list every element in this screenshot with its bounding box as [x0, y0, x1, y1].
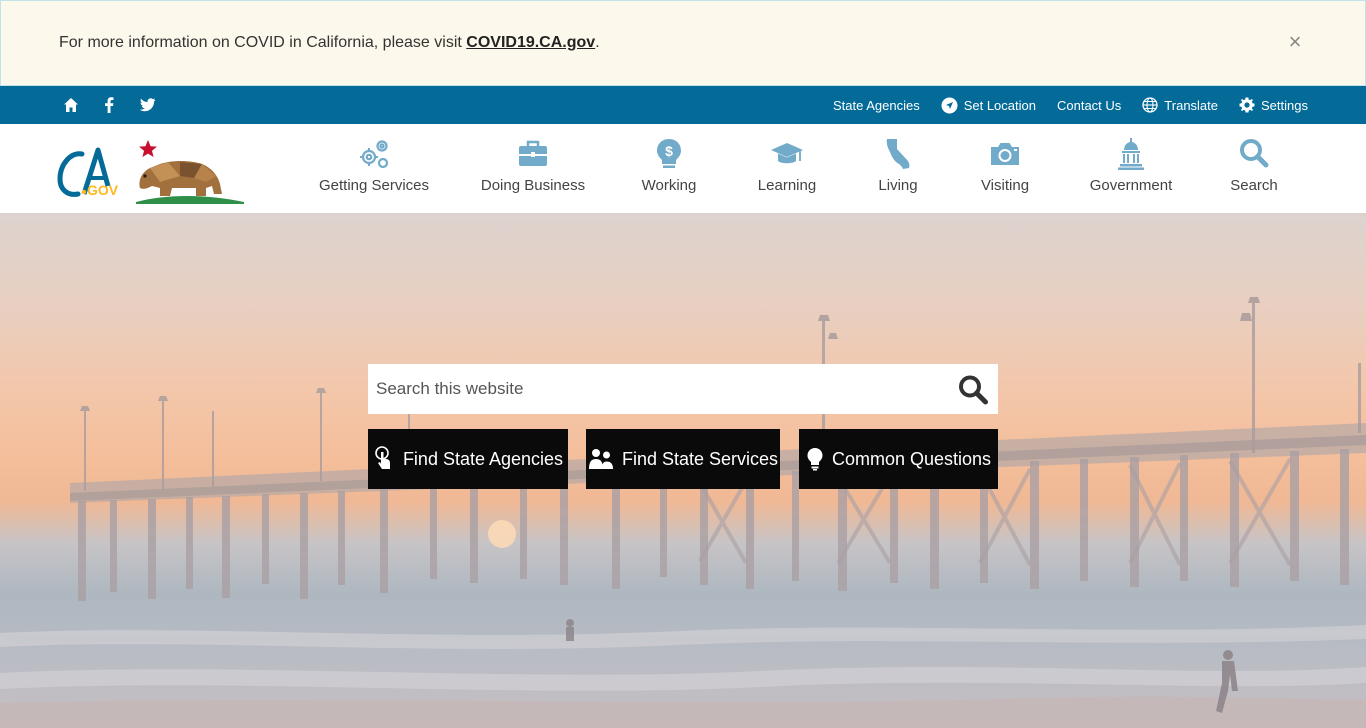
graduation-cap-icon: [770, 137, 804, 171]
california-icon: [881, 137, 915, 171]
contact-us-label: Contact Us: [1056, 97, 1122, 113]
nav-learning[interactable]: Learning: [720, 124, 854, 213]
nav-living[interactable]: Living: [854, 124, 942, 213]
state-agencies-label: State Agencies: [832, 97, 920, 113]
main-header: GOV Getting Services Doing Business $ Wo…: [0, 124, 1366, 213]
ca-gov-logo[interactable]: GOV: [56, 132, 246, 208]
pointer-hand-icon: [375, 446, 390, 469]
nav-government[interactable]: Government: [1068, 124, 1194, 213]
common-questions-label: Common Questions: [831, 448, 992, 469]
contact-us-link[interactable]: Contact Us: [1057, 98, 1121, 113]
nav-search[interactable]: Search: [1194, 124, 1314, 213]
translate-link[interactable]: Translate: [1142, 97, 1218, 113]
set-location-label: Set Location: [963, 97, 1036, 113]
search-icon: [959, 375, 988, 405]
search-icon: [1237, 137, 1271, 171]
lightbulb-icon: [807, 448, 823, 471]
covid-link[interactable]: COVID19.CA.gov: [466, 34, 595, 51]
nav-working[interactable]: $ Working: [618, 124, 720, 213]
find-state-services-label: Find State Services: [621, 448, 779, 469]
hero-section: Find State Agencies Find State Services …: [0, 213, 1366, 728]
search-submit-button[interactable]: [956, 373, 990, 407]
lightbulb-dollar-icon: $: [652, 137, 686, 171]
nav-label: Working: [641, 177, 697, 194]
globe-icon: [1142, 97, 1158, 113]
capitol-icon: [1114, 137, 1148, 171]
utility-bar: State Agencies Set Location Contact Us T…: [0, 86, 1366, 124]
translate-label: Translate: [1164, 97, 1219, 113]
location-icon: [941, 97, 958, 113]
state-agencies-link[interactable]: State Agencies: [833, 98, 920, 113]
nav-label: Doing Business: [480, 177, 586, 194]
nav-visiting[interactable]: Visiting: [942, 124, 1068, 213]
people-icon: [588, 449, 613, 469]
nav-label: Living: [878, 177, 918, 194]
alert-text: For more information on COVID in Califor…: [59, 34, 467, 51]
svg-text:GOV: GOV: [87, 182, 119, 198]
alert-suffix: .: [595, 34, 600, 51]
home-icon[interactable]: [52, 86, 90, 124]
nav-label: Learning: [757, 177, 817, 194]
alert-message: For more information on COVID in Califor…: [59, 34, 600, 52]
gears-icon: [357, 137, 391, 171]
facebook-icon[interactable]: [90, 86, 128, 124]
camera-icon: [988, 137, 1022, 171]
svg-text:$: $: [665, 143, 673, 159]
site-search-box: [368, 364, 998, 414]
set-location-link[interactable]: Set Location: [941, 97, 1036, 114]
nav-getting-services[interactable]: Getting Services: [300, 124, 448, 213]
settings-link[interactable]: Settings: [1239, 97, 1308, 113]
common-questions-button[interactable]: Common Questions: [799, 429, 998, 489]
settings-label: Settings: [1261, 97, 1308, 113]
gear-icon: [1239, 97, 1255, 113]
find-state-services-button[interactable]: Find State Services: [586, 429, 780, 489]
find-state-agencies-button[interactable]: Find State Agencies: [368, 429, 568, 489]
covid-alert-banner: For more information on COVID in Califor…: [0, 0, 1366, 86]
nav-doing-business[interactable]: Doing Business: [448, 124, 618, 213]
nav-label: Visiting: [980, 177, 1030, 194]
briefcase-icon: [516, 137, 550, 171]
find-state-agencies-label: Find State Agencies: [402, 448, 564, 469]
twitter-icon[interactable]: [128, 86, 166, 124]
close-alert-button[interactable]: ×: [1287, 31, 1303, 53]
main-nav: Getting Services Doing Business $ Workin…: [300, 124, 1314, 213]
utility-links: State Agencies Set Location Contact Us T…: [812, 86, 1308, 124]
nav-label: Getting Services: [318, 177, 430, 194]
social-links: [52, 86, 166, 124]
nav-label: Government: [1089, 177, 1173, 194]
search-input[interactable]: [368, 364, 928, 414]
nav-label: Search: [1230, 177, 1278, 194]
